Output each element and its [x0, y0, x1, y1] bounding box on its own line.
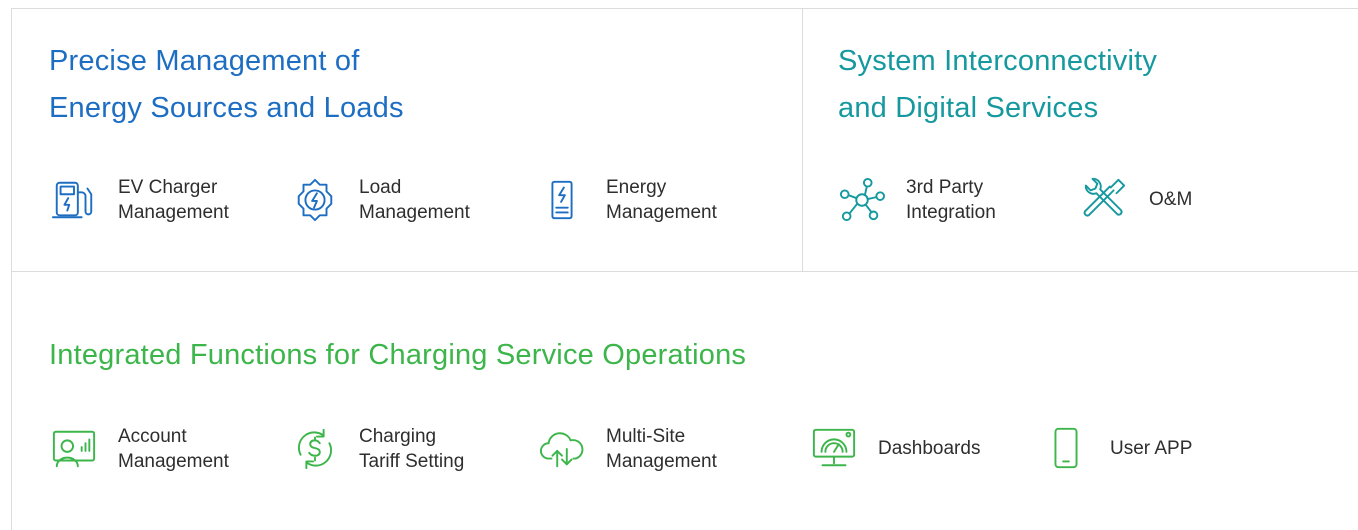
feature-account-management[interactable]: Account Management — [50, 424, 229, 474]
vertical-divider — [802, 8, 803, 271]
dashboard-monitor-icon — [810, 424, 858, 472]
feature-o-and-m[interactable]: O&M — [1081, 175, 1192, 223]
feature-label-line1: Load — [359, 177, 402, 198]
feature-label: Charging Tariff Setting — [359, 424, 464, 474]
feature-label-line2: Management — [606, 202, 717, 223]
feature-label: Energy Management — [606, 175, 717, 225]
tools-icon — [1081, 175, 1129, 223]
feature-label-line1: 3rd Party — [906, 177, 984, 198]
load-gear-icon — [291, 176, 339, 224]
feature-label-line2: Management — [359, 202, 470, 223]
feature-label: User APP — [1110, 436, 1192, 461]
feature-label-line1: Multi-Site — [606, 426, 686, 447]
energy-title-line1: Precise Management of — [49, 45, 360, 77]
operations-section-title: Integrated Functions for Charging Servic… — [49, 339, 747, 371]
feature-charging-tariff-setting[interactable]: Charging Tariff Setting — [291, 424, 464, 474]
feature-label: 3rd Party Integration — [906, 175, 996, 225]
feature-label-line1: User APP — [1110, 437, 1193, 459]
battery-bolt-icon — [538, 176, 586, 224]
feature-label-line2: Tariff Setting — [359, 451, 465, 472]
feature-label-line2: Management — [606, 451, 717, 472]
cloud-sync-icon — [538, 425, 586, 473]
feature-label: EV Charger Management — [118, 175, 229, 225]
energy-title-line2: Energy Sources and Loads — [49, 92, 404, 124]
energy-section-title: Precise Management of Energy Sources and… — [49, 38, 404, 132]
feature-label-line1: Dashboards — [878, 437, 981, 459]
feature-energy-management[interactable]: Energy Management — [538, 175, 717, 225]
feature-label-line2: Management — [118, 451, 229, 472]
horizontal-divider — [11, 271, 1358, 272]
feature-label: Multi-Site Management — [606, 424, 717, 474]
tariff-cycle-icon — [291, 425, 339, 473]
feature-load-management[interactable]: Load Management — [291, 175, 470, 225]
smartphone-icon — [1042, 424, 1090, 472]
network-nodes-icon — [838, 176, 886, 224]
system-title-line2: and Digital Services — [838, 92, 1099, 124]
feature-label-line1: O&M — [1149, 188, 1193, 210]
feature-ev-charger-management[interactable]: EV Charger Management — [50, 175, 229, 225]
feature-label: Dashboards — [878, 436, 980, 461]
feature-label-line1: Energy — [606, 177, 667, 198]
feature-label-line1: EV Charger — [118, 177, 218, 198]
feature-multi-site-management[interactable]: Multi-Site Management — [538, 424, 717, 474]
feature-label: O&M — [1149, 187, 1192, 212]
feature-label: Account Management — [118, 424, 229, 474]
feature-dashboards[interactable]: Dashboards — [810, 424, 980, 472]
feature-label-line2: Management — [118, 202, 229, 223]
system-title-line1: System Interconnectivity — [838, 45, 1158, 77]
account-chart-icon — [50, 425, 98, 473]
feature-label-line2: Integration — [906, 202, 996, 223]
feature-3rd-party-integration[interactable]: 3rd Party Integration — [838, 175, 996, 225]
feature-label-line1: Account — [118, 426, 187, 447]
feature-user-app[interactable]: User APP — [1042, 424, 1192, 472]
ev-charger-icon — [50, 176, 98, 224]
feature-label: Load Management — [359, 175, 470, 225]
feature-label-line1: Charging — [359, 426, 437, 447]
system-section-title: System Interconnectivity and Digital Ser… — [838, 38, 1157, 132]
